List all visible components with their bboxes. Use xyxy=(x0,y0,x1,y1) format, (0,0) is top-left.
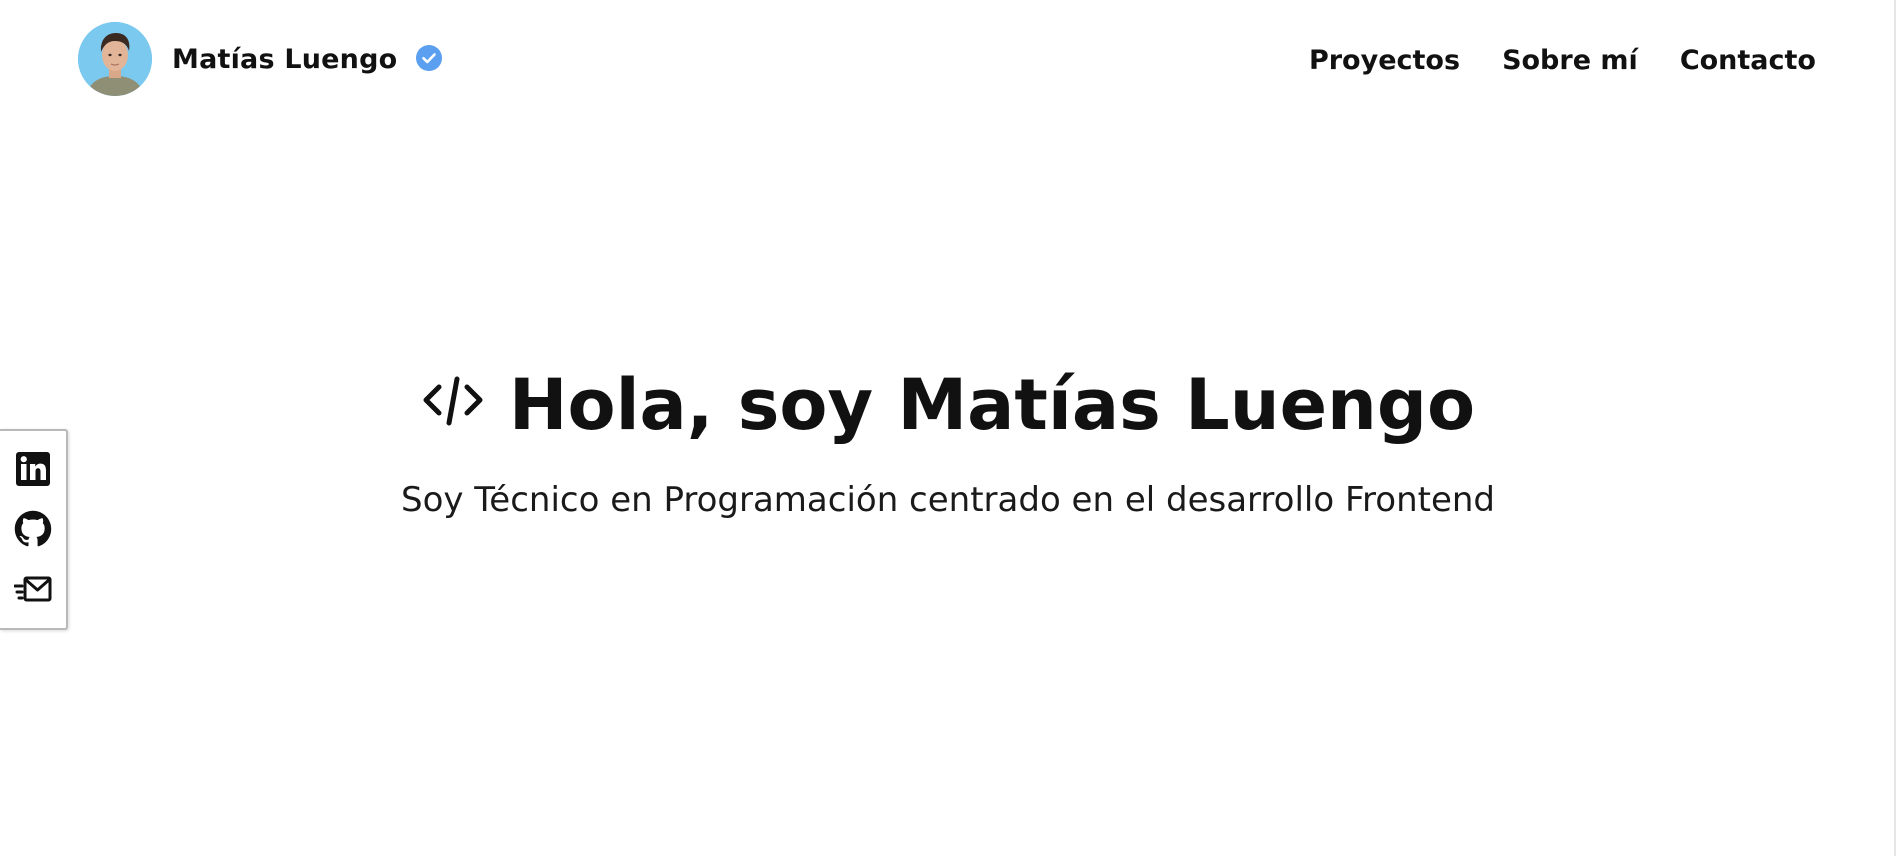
main-nav: Proyectos Sobre mí Contacto xyxy=(1309,40,1816,80)
brand[interactable]: Matías Luengo xyxy=(78,22,443,96)
nav-link-contacto[interactable]: Contacto xyxy=(1680,45,1816,76)
verified-badge-icon xyxy=(416,44,443,71)
mail-send-icon xyxy=(14,576,52,602)
hero-title: Hola, soy Matías Luengo xyxy=(508,364,1476,446)
linkedin-icon xyxy=(16,452,50,487)
linkedin-link[interactable] xyxy=(13,449,53,489)
nav-link-proyectos[interactable]: Proyectos xyxy=(1309,45,1460,76)
social-sidebar xyxy=(0,429,68,630)
hero-title-row: Hola, soy Matías Luengo xyxy=(421,360,1475,450)
github-icon xyxy=(14,511,52,547)
avatar-image xyxy=(78,22,152,96)
github-link[interactable] xyxy=(13,509,53,549)
avatar xyxy=(78,22,152,96)
nav-link-sobre-mi[interactable]: Sobre mí xyxy=(1502,45,1638,76)
hero-subtitle: Soy Técnico en Programación centrado en … xyxy=(400,480,1496,520)
brand-name: Matías Luengo xyxy=(172,43,398,75)
page: Matías Luengo Proyectos Sobre mí Contact… xyxy=(0,0,1896,856)
hero-section: Hola, soy Matías Luengo Soy Técnico en P… xyxy=(0,360,1896,520)
site-header: Matías Luengo Proyectos Sobre mí Contact… xyxy=(0,0,1896,120)
mail-link[interactable] xyxy=(13,570,53,610)
code-icon xyxy=(423,376,483,426)
